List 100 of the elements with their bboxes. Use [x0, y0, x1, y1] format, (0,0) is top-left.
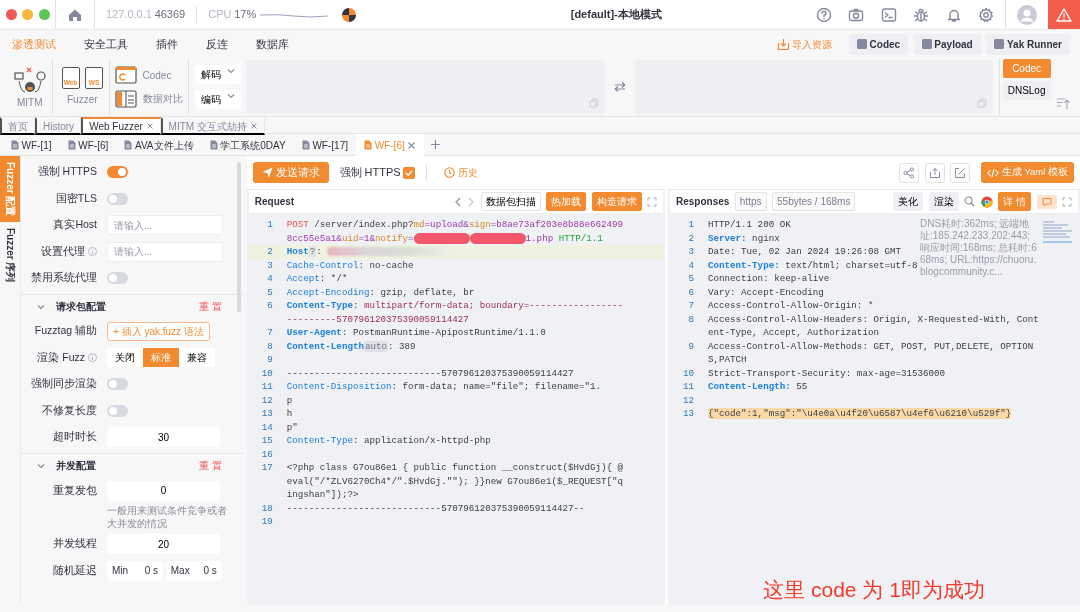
menu-tab[interactable]: 安全工具	[70, 35, 142, 53]
tool-label[interactable]: 数据对比	[142, 91, 183, 107]
help-icon[interactable]	[815, 6, 832, 23]
window-control-button[interactable]	[5, 9, 17, 20]
info-tag: https	[734, 192, 767, 211]
number-field[interactable]: Max 0 s	[165, 560, 222, 581]
app-icon	[921, 39, 932, 49]
line-number: 3	[266, 258, 274, 272]
menu-tab[interactable]: 反连	[192, 35, 242, 53]
document-icon	[209, 140, 218, 150]
port-number: 46369	[154, 7, 186, 23]
code-line: Accept: */*	[286, 272, 348, 286]
checkbox[interactable]	[403, 166, 416, 179]
segment-option[interactable]: 关闭	[107, 348, 143, 368]
window-control-button[interactable]	[22, 9, 33, 20]
info-icon[interactable]	[88, 353, 97, 363]
toolbar-button[interactable]: 渲染	[928, 192, 959, 211]
redaction-mark	[469, 232, 526, 244]
toggle-switch[interactable]	[107, 192, 128, 205]
document-icon	[67, 140, 76, 150]
copy-icon[interactable]	[977, 98, 988, 108]
close-icon[interactable]	[249, 122, 258, 130]
document-icon	[364, 140, 372, 150]
chevron-down-icon[interactable]	[37, 302, 45, 311]
toolbar-button[interactable]: Codec	[848, 33, 909, 55]
number-field[interactable]: 30	[107, 427, 220, 448]
input-field[interactable]: 请输入...	[107, 215, 223, 235]
menu-tab[interactable]: 插件	[142, 35, 192, 53]
line-number: 1	[266, 218, 274, 232]
export-button[interactable]	[924, 162, 945, 183]
next-icon[interactable]	[467, 196, 476, 207]
line-number: 18	[260, 501, 274, 515]
input-field[interactable]: 请输入...	[107, 241, 223, 262]
number-field[interactable]: Min 0 s	[107, 560, 163, 581]
line-number: 9	[266, 353, 274, 367]
sort-icon[interactable]	[1056, 95, 1070, 110]
camera-icon[interactable]	[848, 6, 864, 23]
swap-icon[interactable]	[613, 81, 626, 93]
code-line: Date: Tue, 02 Jan 2024 19:26:08 GMT	[708, 245, 901, 259]
document-tab[interactable]: 学工系统0DAY	[201, 134, 294, 156]
page-tab[interactable]: Web Fuzzer	[81, 117, 161, 135]
line-number: 6	[687, 285, 695, 299]
add-tab-icon[interactable]	[430, 139, 441, 150]
chevron-down-icon[interactable]	[37, 461, 45, 470]
close-icon[interactable]	[407, 140, 417, 150]
segment-option[interactable]: 兼容	[179, 348, 215, 368]
compare-icon[interactable]	[115, 89, 137, 108]
page-tab[interactable]: 首页	[0, 117, 35, 135]
warning-icon	[1056, 6, 1072, 23]
toolbar-button[interactable]: Payload	[913, 33, 981, 55]
line-number: 10	[260, 366, 274, 380]
previous-icon[interactable]	[453, 196, 462, 207]
document-tab[interactable]: WF-[17]	[293, 134, 356, 156]
field-label: 重复发包	[53, 482, 97, 498]
window-control-button[interactable]	[38, 9, 50, 20]
toggle-switch[interactable]	[107, 166, 128, 178]
code-line: Access-Control-Allow-Origin: *	[708, 299, 874, 313]
document-tab[interactable]: WF-[6]	[59, 134, 117, 156]
code-line: Connection: keep-alive	[708, 272, 830, 286]
comment-button[interactable]	[1036, 194, 1057, 209]
code-line: Access-Control-Allow-Methods: GET, POST, PUT,DELETE, OPTIONS,PATCH	[708, 339, 1035, 367]
code-line: Server: nginx	[708, 231, 780, 245]
number-field[interactable]: 20	[107, 534, 220, 554]
toolbar-button[interactable]: 美化	[893, 192, 924, 211]
vertical-tab[interactable]: Fuzzer 序列	[0, 222, 20, 289]
copy-icon[interactable]	[589, 98, 600, 108]
terminal-icon[interactable]	[880, 6, 897, 23]
line-number: 11	[260, 380, 274, 394]
edit-button[interactable]	[950, 162, 971, 183]
info-icon[interactable]	[88, 247, 97, 256]
settings-icon[interactable]	[978, 6, 994, 23]
dropdown-select[interactable]: 解码	[194, 65, 241, 85]
toggle-switch[interactable]	[107, 378, 128, 391]
number-field[interactable]: 0	[107, 480, 220, 501]
toggle-switch[interactable]	[107, 272, 128, 284]
chevron-down-icon	[226, 67, 235, 76]
search-icon[interactable]	[964, 196, 976, 207]
field-label: 国密TLS	[55, 190, 97, 206]
share-button[interactable]	[899, 162, 920, 183]
side-tab[interactable]: DNSLog	[1002, 80, 1051, 100]
code-line: Content-Type: application/x-httpd-php	[286, 434, 491, 448]
document-tab[interactable]: AVA文件上传	[116, 134, 202, 156]
toolbar-button[interactable]: Yak Runner	[986, 33, 1070, 55]
dropdown-select[interactable]: 编码	[194, 89, 241, 109]
expand-icon[interactable]	[1062, 196, 1072, 207]
line-number: 5	[687, 272, 695, 286]
browser-icon[interactable]	[980, 195, 993, 208]
bug-icon[interactable]	[913, 6, 929, 23]
code-line: Content-Type: text/html; charset=utf-8	[708, 258, 918, 272]
toolbar-button[interactable]: 数据包扫描	[480, 192, 541, 211]
menu-tab[interactable]: 数据库	[242, 35, 303, 53]
user-avatar-icon[interactable]	[1017, 4, 1037, 25]
code-window-icon[interactable]	[115, 66, 137, 85]
document-tab[interactable]: WF-[1]	[2, 134, 60, 156]
code-line: Content-Length: 55	[708, 380, 808, 394]
close-icon[interactable]	[145, 122, 154, 130]
expand-icon[interactable]	[647, 196, 658, 207]
warning-button[interactable]	[1048, 0, 1080, 29]
document-icon	[124, 140, 133, 150]
toggle-switch[interactable]	[107, 404, 128, 417]
